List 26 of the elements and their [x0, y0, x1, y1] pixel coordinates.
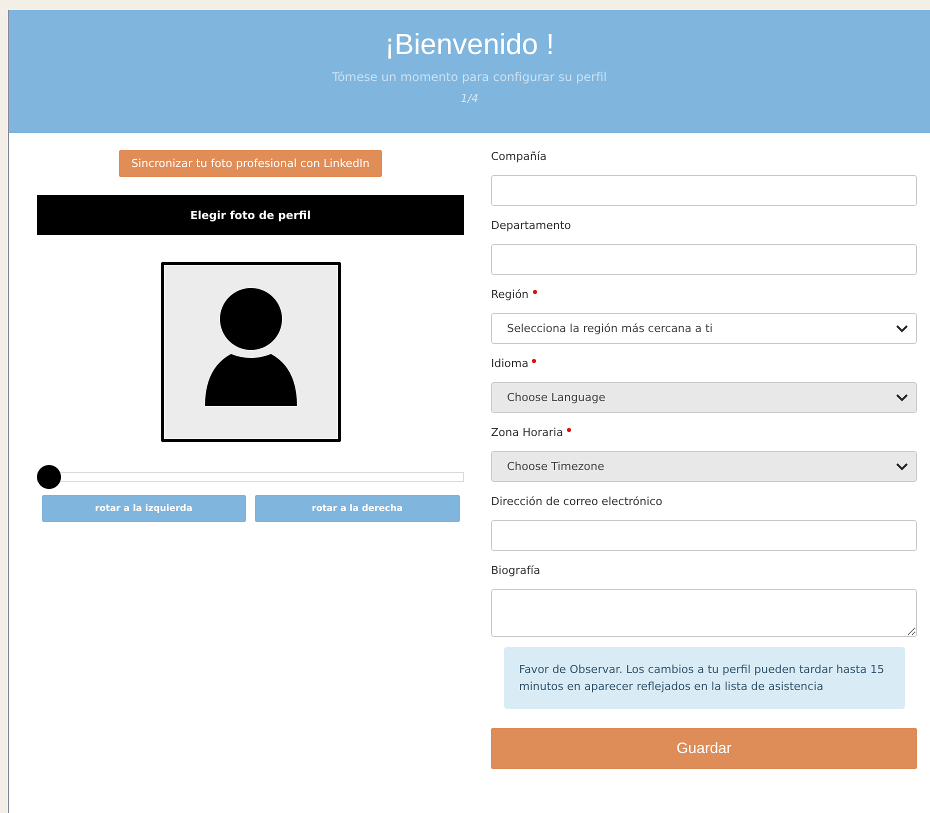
field-label: Zona Horaria — [491, 426, 564, 439]
input-field[interactable] — [491, 244, 917, 275]
subtitle: Tómese un momento para configurar su perfil — [331, 70, 608, 84]
input-field[interactable] — [491, 175, 917, 206]
field-label: Departamento — [491, 219, 572, 232]
notice-message: Favor de Observar. Los cambios a tu perfil pueden tardar hasta 15 minutos en aparecer reflejados en la lista de asistencia — [504, 647, 905, 709]
zoom-slider[interactable] — [37, 465, 464, 489]
chevron-down-icon — [896, 324, 908, 332]
field-label: Dirección de correo electrónico — [491, 495, 662, 508]
field-label: Región — [491, 288, 529, 301]
field-label: Compañía — [491, 150, 547, 163]
avatar-icon — [204, 288, 296, 406]
chevron-down-icon — [896, 462, 908, 470]
field-label: Idioma — [491, 357, 528, 370]
input-field[interactable] — [491, 520, 917, 551]
chevron-down-icon — [896, 394, 908, 402]
slider-thumb[interactable] — [37, 465, 61, 489]
welcome-title: ¡Bienvenido ! — [384, 28, 556, 63]
dropdown[interactable]: Selecciona la región más cercana a ti — [491, 313, 917, 344]
required-mark-icon — [567, 428, 572, 432]
field-label: Biografía — [491, 564, 540, 577]
biography-field[interactable] — [491, 589, 917, 637]
required-mark-icon — [532, 290, 537, 294]
choose-photo-button[interactable]: Elegir foto de perfil — [37, 195, 464, 235]
step-counter: 1/4 — [460, 92, 480, 105]
required-mark-icon — [532, 359, 536, 363]
